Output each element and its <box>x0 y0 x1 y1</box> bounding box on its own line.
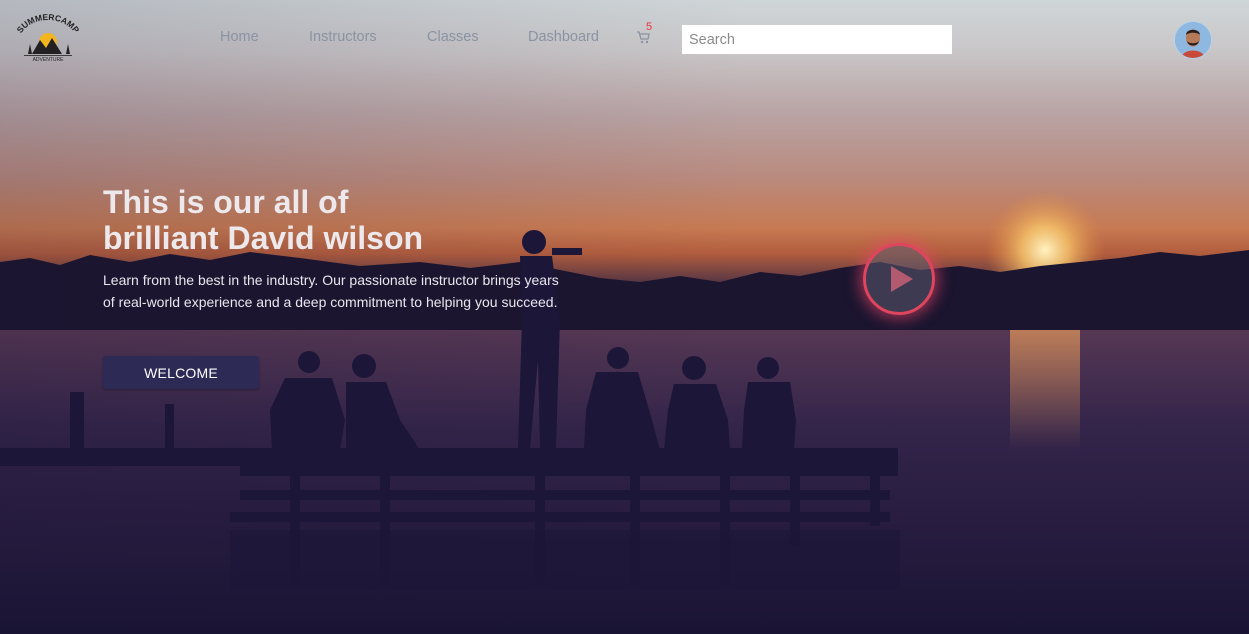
nav-instructors[interactable]: Instructors <box>309 29 377 45</box>
nav-dashboard[interactable]: Dashboard <box>528 29 599 45</box>
svg-text:SUMMERCAMP: SUMMERCAMP <box>15 14 82 35</box>
summercamp-logo[interactable]: SUMMERCAMP ADVENTURE <box>10 12 86 64</box>
headline-line-2: brilliant David wilson <box>103 220 424 256</box>
hero-section: SUMMERCAMP ADVENTURE Home Instructors Cl… <box>0 0 1249 634</box>
hero-description: Learn from the best in the industry. Our… <box>103 272 559 310</box>
play-icon <box>891 266 913 292</box>
play-video-button[interactable] <box>863 243 935 315</box>
svg-text:ADVENTURE: ADVENTURE <box>33 57 65 63</box>
logo-mark: SUMMERCAMP ADVENTURE <box>15 12 82 63</box>
nav-classes[interactable]: Classes <box>427 29 479 45</box>
dark-overlay <box>0 0 1249 634</box>
headline-line-1: This is our all of <box>103 184 349 220</box>
user-avatar-image <box>1175 22 1211 58</box>
search-input[interactable] <box>682 25 952 54</box>
nav-home[interactable]: Home <box>220 29 259 45</box>
avatar[interactable] <box>1174 21 1212 59</box>
hero-headline: This is our all of brilliant David wilso… <box>103 184 423 256</box>
welcome-button[interactable]: WELCOME <box>103 356 259 389</box>
cart-count-badge: 5 <box>646 21 653 33</box>
top-nav: SUMMERCAMP ADVENTURE Home Instructors Cl… <box>0 0 1249 80</box>
